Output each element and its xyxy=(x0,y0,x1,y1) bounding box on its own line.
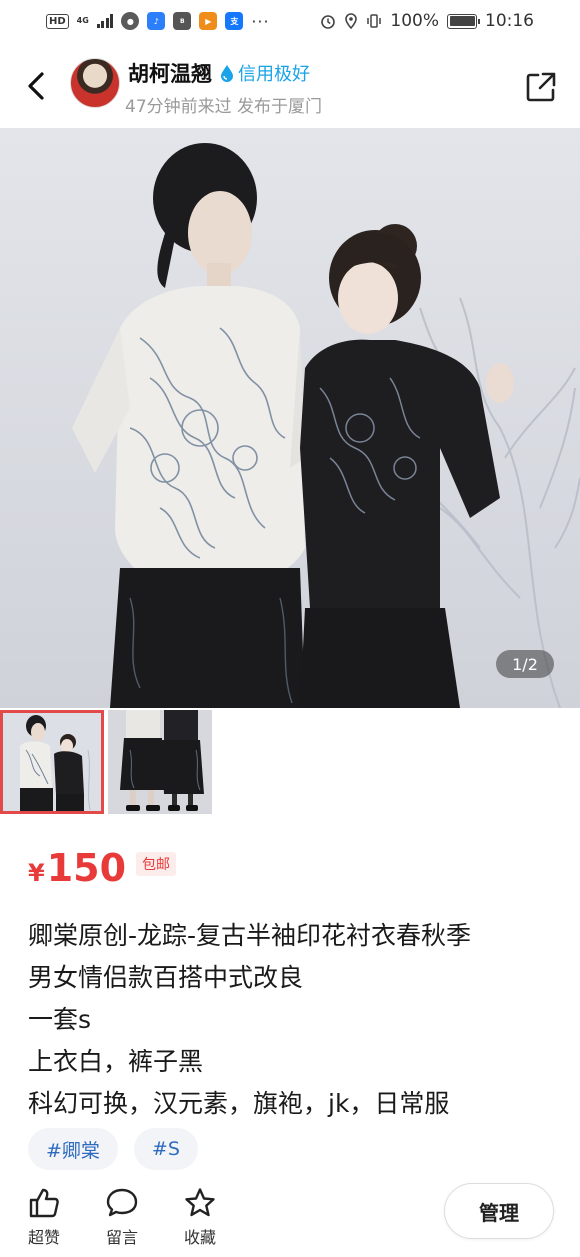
status-bar-right: 100% 10:16 xyxy=(320,11,534,31)
back-arrow-icon[interactable] xyxy=(20,66,56,106)
vibrate-icon xyxy=(367,14,382,28)
thumbs-up-icon xyxy=(29,1188,59,1218)
thumbnail-1[interactable] xyxy=(0,710,104,814)
description-line: 男女情侣款百搭中式改良 xyxy=(28,963,304,992)
boss-icon: B xyxy=(173,12,192,30)
location-icon xyxy=(345,13,358,29)
seller-header: 胡柯温翘 信用极好 47分钟前来过 发布于厦门 xyxy=(0,50,580,126)
description-line: 一套s xyxy=(28,1005,92,1034)
favorite-label: 收藏 xyxy=(183,1228,216,1247)
signal-icon xyxy=(96,14,114,28)
product-photo xyxy=(0,128,580,708)
alipay-icon: 支 xyxy=(225,12,244,30)
battery-percent: 100% xyxy=(390,11,439,31)
seller-avatar[interactable] xyxy=(70,58,120,108)
description-line: 科幻可换，汉元素，旗袍，jk，日常服 xyxy=(28,1089,450,1118)
favorite-button[interactable]: 收藏 xyxy=(170,1186,230,1248)
like-label: 超赞 xyxy=(27,1228,60,1247)
star-icon xyxy=(185,1188,215,1217)
product-main-image[interactable]: 1/2 xyxy=(0,128,580,708)
seller-last-seen: 47分钟前来过 发布于厦门 xyxy=(125,97,323,117)
network-type: 4G xyxy=(76,16,89,25)
alarm-icon xyxy=(321,15,336,29)
price-amount: 150 xyxy=(46,846,127,890)
price-currency: ¥ xyxy=(28,859,45,887)
thumbnail-2[interactable] xyxy=(108,710,212,814)
bottom-action-bar: 超赞 留言 收藏 管理 xyxy=(0,1170,580,1257)
credit-label: 信用极好 xyxy=(238,64,310,85)
hd-indicator: HD xyxy=(46,13,69,29)
tag-qingtang[interactable]: #卿棠 xyxy=(28,1128,118,1170)
wechat-icon: ● xyxy=(121,12,140,30)
video-icon: ▶ xyxy=(199,12,218,30)
credit-badge[interactable]: 信用极好 xyxy=(219,60,310,86)
comment-label: 留言 xyxy=(105,1228,138,1247)
status-bar-left: HD 4G ● ♪ B ▶ 支 ··· xyxy=(46,12,270,31)
price-row: ¥ 150 包邮 xyxy=(28,846,177,890)
description-line: 卿棠原创-龙踪-复古半袖印花衬衣春秋季 xyxy=(28,921,472,950)
tag-size-s[interactable]: #S xyxy=(133,1128,198,1170)
seller-name[interactable]: 胡柯温翘 xyxy=(128,58,212,88)
share-icon[interactable] xyxy=(524,70,558,104)
more-notifications-icon: ··· xyxy=(251,11,270,31)
description-line: 上衣白，裤子黑 xyxy=(28,1047,204,1076)
battery-icon xyxy=(447,13,480,29)
like-button[interactable]: 超赞 xyxy=(14,1186,74,1248)
tag-list: #卿棠 #S xyxy=(28,1128,198,1170)
comment-button[interactable]: 留言 xyxy=(92,1186,152,1248)
clock: 10:16 xyxy=(485,11,534,31)
product-description: 卿棠原创-龙踪-复古半袖印花衬衣春秋季 男女情侣款百搭中式改良 一套s 上衣白，… xyxy=(28,915,558,1125)
status-bar: HD 4G ● ♪ B ▶ 支 ··· 100% 10:16 xyxy=(0,0,580,42)
free-shipping-badge: 包邮 xyxy=(136,852,177,876)
comment-bubble-icon xyxy=(106,1188,138,1217)
thumbnail-strip xyxy=(0,710,212,814)
image-counter: 1/2 xyxy=(496,650,554,678)
music-icon: ♪ xyxy=(147,12,166,30)
credit-drop-icon xyxy=(221,65,233,82)
manage-button[interactable]: 管理 xyxy=(444,1183,554,1239)
